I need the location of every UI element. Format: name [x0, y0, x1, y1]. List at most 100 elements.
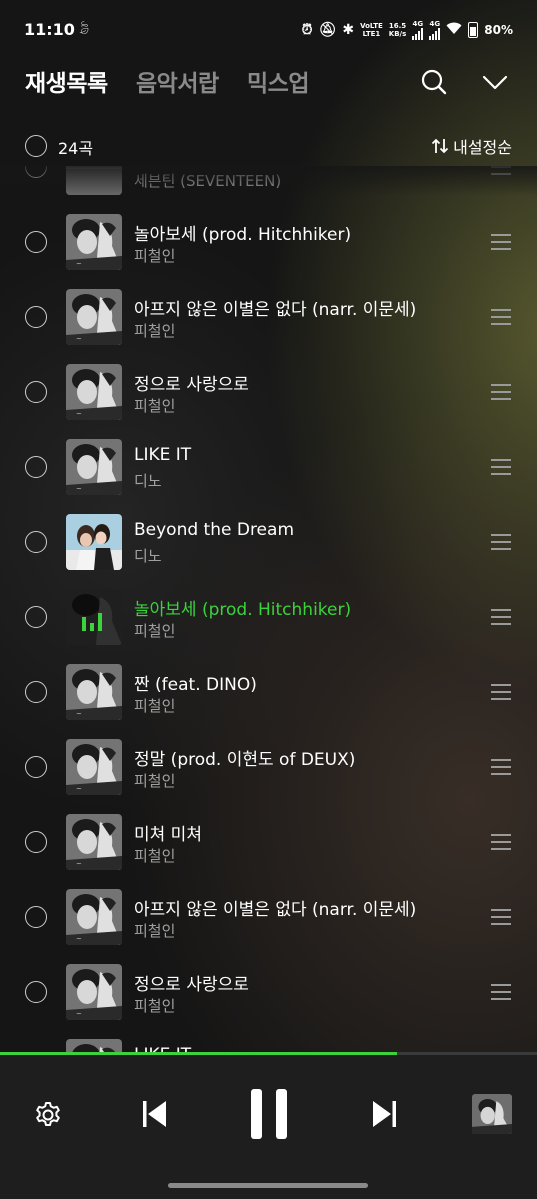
playlist-row[interactable]: ~ 짠 (feat. DINO) 피철인: [0, 655, 537, 730]
list-toolbar: 24곡 내설정순: [0, 128, 537, 164]
playlist-row[interactable]: ~ 미쳐 미쳐 피철인: [0, 805, 537, 880]
playlist-row[interactable]: Beyond the Dream 디노: [0, 505, 537, 580]
track-title: 짠 (feat. DINO): [134, 675, 257, 695]
svg-text:~: ~: [76, 1010, 82, 1018]
sort-arrows-icon: [431, 138, 449, 154]
album-art: ~: [66, 289, 122, 345]
track-artist: 피철인: [134, 322, 176, 340]
list-top-fade: [0, 166, 537, 196]
volte-top-label: VoLTE: [360, 22, 383, 30]
home-indicator[interactable]: [168, 1183, 368, 1188]
drag-handle-icon[interactable]: [491, 684, 511, 700]
net-type-1: 4G: [412, 20, 424, 28]
playlist-row[interactable]: ~ 아프지 않은 이별은 없다 (narr. 이문세) 피철인: [0, 880, 537, 955]
svg-text:~: ~: [76, 260, 82, 268]
track-title: 정으로 사랑으로: [134, 375, 249, 395]
track-artist: 피철인: [134, 622, 176, 640]
drag-handle-icon[interactable]: [491, 984, 511, 1000]
song-count: 24곡: [58, 139, 94, 158]
battery-icon: [468, 22, 479, 38]
svg-text:~: ~: [76, 785, 82, 793]
row-select-checkbox[interactable]: [25, 381, 47, 403]
row-select-checkbox[interactable]: [25, 606, 47, 628]
pause-icon[interactable]: [249, 1089, 289, 1143]
row-select-checkbox[interactable]: [25, 531, 47, 553]
net-speed-value: 16.5: [388, 22, 407, 30]
track-artist: 디노: [134, 547, 162, 565]
svg-text:~: ~: [76, 335, 82, 343]
playlist-row[interactable]: ~ 정으로 사랑으로피철인: [0, 355, 537, 430]
drag-handle-icon[interactable]: [491, 459, 511, 475]
playlist-row[interactable]: ~ 정말 (prod. 이현도 of DEUX) 피철인: [0, 730, 537, 805]
drag-handle-icon[interactable]: [491, 309, 511, 325]
sort-button[interactable]: 내설정순: [431, 134, 512, 158]
playlist-row[interactable]: ~ 놀아보세 (prod. Hitchhiker) 피철인: [0, 205, 537, 280]
row-select-checkbox[interactable]: [25, 456, 47, 478]
wifi-icon: [446, 22, 462, 39]
svg-text:~: ~: [76, 410, 82, 418]
album-art: ~: [66, 814, 122, 870]
track-artist: 피철인: [134, 697, 176, 715]
drag-handle-icon[interactable]: [491, 534, 511, 550]
playlist-row[interactable]: ~LIKE IT: [0, 1030, 537, 1054]
status-icons: ⏰︎ 🔕︎ ✱ VoLTE LTE1 16.5 KB/s 4G 4G 80%: [302, 20, 513, 40]
track-title: 아프지 않은 이별은 없다 (narr. 이문세): [134, 900, 417, 920]
row-select-checkbox[interactable]: [25, 231, 47, 253]
track-artist: 피철인: [134, 772, 176, 790]
album-art: ~: [66, 889, 122, 945]
album-art: ~: [66, 664, 122, 720]
playlist[interactable]: 세븐틴 (SEVENTEEN)~놀아보세 (prod. Hitchhiker)피…: [0, 166, 537, 1054]
chevron-down-icon[interactable]: [481, 68, 509, 96]
album-art: ~: [66, 439, 122, 495]
track-title: LIKE IT: [134, 445, 192, 465]
row-select-checkbox[interactable]: [25, 681, 47, 703]
player-bar: [0, 1055, 537, 1199]
status-time: 11:10: [24, 20, 75, 39]
svg-text:~: ~: [76, 935, 82, 943]
volte-indicator: VoLTE LTE1: [360, 22, 383, 38]
now-playing-art[interactable]: [472, 1094, 512, 1134]
playlist-row[interactable]: ~ LIKE IT 디노: [0, 430, 537, 505]
net-type-2: 4G: [429, 20, 441, 28]
track-title: 정말 (prod. 이현도 of DEUX): [134, 750, 356, 770]
tab-playlist[interactable]: 재생목록: [25, 64, 108, 98]
track-artist: 피철인: [134, 397, 176, 415]
leaf-notification-icon: 🍃︎: [76, 21, 93, 36]
tab-music-drawer[interactable]: 음악서랍: [136, 64, 219, 98]
drag-handle-icon[interactable]: [491, 234, 511, 250]
tab-mixup[interactable]: 믹스업: [247, 64, 309, 98]
row-select-checkbox[interactable]: [25, 756, 47, 778]
album-art: ~: [66, 739, 122, 795]
bluetooth-icon: ✱: [342, 22, 355, 38]
drag-handle-icon[interactable]: [491, 834, 511, 850]
row-select-checkbox[interactable]: [25, 306, 47, 328]
drag-handle-icon[interactable]: [491, 909, 511, 925]
track-artist: 디노: [134, 472, 162, 490]
previous-icon[interactable]: [140, 1099, 168, 1133]
track-artist: 피철인: [134, 247, 176, 265]
drag-handle-icon[interactable]: [491, 384, 511, 400]
volte-bottom-label: LTE1: [362, 30, 381, 38]
svg-text:~: ~: [76, 710, 82, 718]
row-select-checkbox[interactable]: [25, 906, 47, 928]
settings-icon[interactable]: [33, 1100, 63, 1134]
svg-text:~: ~: [76, 485, 82, 493]
drag-handle-icon[interactable]: [491, 609, 511, 625]
header: 재생목록 음악서랍 믹스업: [0, 60, 537, 110]
track-title: 놀아보세 (prod. Hitchhiker): [134, 225, 352, 245]
battery-percent: 80%: [484, 23, 513, 37]
row-select-checkbox[interactable]: [25, 831, 47, 853]
sort-label: 내설정순: [453, 138, 512, 157]
playlist-row[interactable]: 놀아보세 (prod. Hitchhiker) 피철인: [0, 580, 537, 655]
drag-handle-icon[interactable]: [491, 759, 511, 775]
playlist-row[interactable]: ~ 정으로 사랑으로 피철인: [0, 955, 537, 1030]
track-title: 아프지 않은 이별은 없다 (narr. 이문세): [134, 300, 417, 320]
row-select-checkbox[interactable]: [25, 981, 47, 1003]
album-art: ~: [66, 364, 122, 420]
select-all-checkbox[interactable]: [25, 135, 47, 157]
next-icon[interactable]: [371, 1099, 399, 1133]
signal-bars-icon: [429, 28, 441, 40]
album-art: ~: [66, 964, 122, 1020]
playlist-row[interactable]: ~ 아프지 않은 이별은 없다 (narr. 이문세) 피철인: [0, 280, 537, 355]
search-icon[interactable]: [420, 68, 448, 96]
